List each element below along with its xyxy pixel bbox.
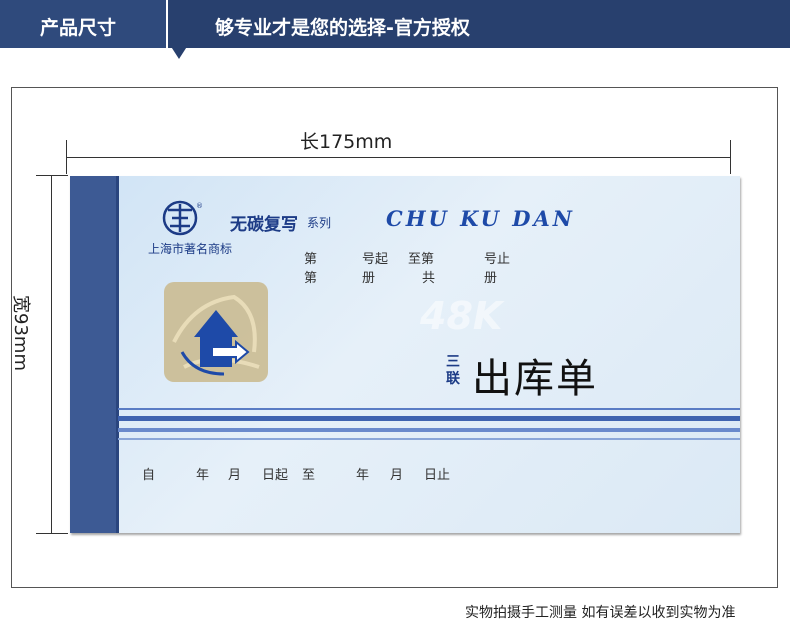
date-day-start: 日起 <box>262 468 289 483</box>
brand-logo-icon: ® <box>162 200 203 236</box>
date-month2: 月 <box>390 468 404 483</box>
stripe-1 <box>118 408 740 410</box>
stripe-2 <box>118 416 740 421</box>
width-dimension-line <box>51 175 52 534</box>
warehouse-emblem-icon <box>164 282 268 382</box>
date-year2: 年 <box>356 468 370 483</box>
book-spine <box>70 176 118 533</box>
section-label: 产品尺寸 <box>40 17 117 39</box>
stripe-4 <box>118 438 740 440</box>
date-month1: 月 <box>228 468 242 483</box>
receipt-book: ® 无碳复写 系列 上海市著名商标 CHU KU DAN 第 号起 至第 号止 … <box>70 176 740 533</box>
length-tick-left <box>66 140 67 174</box>
date-from: 自 <box>142 468 156 483</box>
row1-haozhi: 号止 <box>484 252 511 267</box>
row1-haoqi: 号起 <box>362 252 389 267</box>
date-to: 至 <box>302 468 316 483</box>
length-tick-right <box>730 140 731 174</box>
format-watermark: 48K <box>420 294 503 338</box>
width-label: 宽93mm <box>9 295 31 371</box>
row1-zhidi: 至第 <box>408 252 435 267</box>
header-notch <box>170 45 188 59</box>
row2-ce: 册 <box>362 271 376 286</box>
brand-name: 无碳复写 <box>230 215 298 235</box>
header-slogan: 够专业才是您的选择-官方授权 <box>215 17 470 39</box>
row1-di: 第 <box>304 252 318 267</box>
width-tick-top <box>36 175 68 176</box>
trademark-text: 上海市著名商标 <box>148 242 233 256</box>
copies-label: 三联 <box>446 354 460 387</box>
pinyin-title: CHU KU DAN <box>386 206 576 231</box>
row2-gong: 共 <box>422 271 436 286</box>
stripe-3 <box>118 428 740 432</box>
footer-note: 实物拍摄手工测量 如有误差以收到实物为准 <box>465 605 736 621</box>
date-year1: 年 <box>196 468 210 483</box>
svg-text:®: ® <box>196 202 203 210</box>
width-tick-bottom <box>36 533 68 534</box>
date-day-end: 日止 <box>424 468 451 483</box>
header-divider <box>166 0 168 48</box>
series-label: 系列 <box>307 216 332 230</box>
spine-stripe <box>116 176 119 533</box>
row2-di: 第 <box>304 271 318 286</box>
length-label: 长175mm <box>300 131 393 153</box>
row2-ce2: 册 <box>484 271 498 286</box>
document-title: 出库单 <box>472 356 598 402</box>
length-dimension-line <box>66 157 731 158</box>
